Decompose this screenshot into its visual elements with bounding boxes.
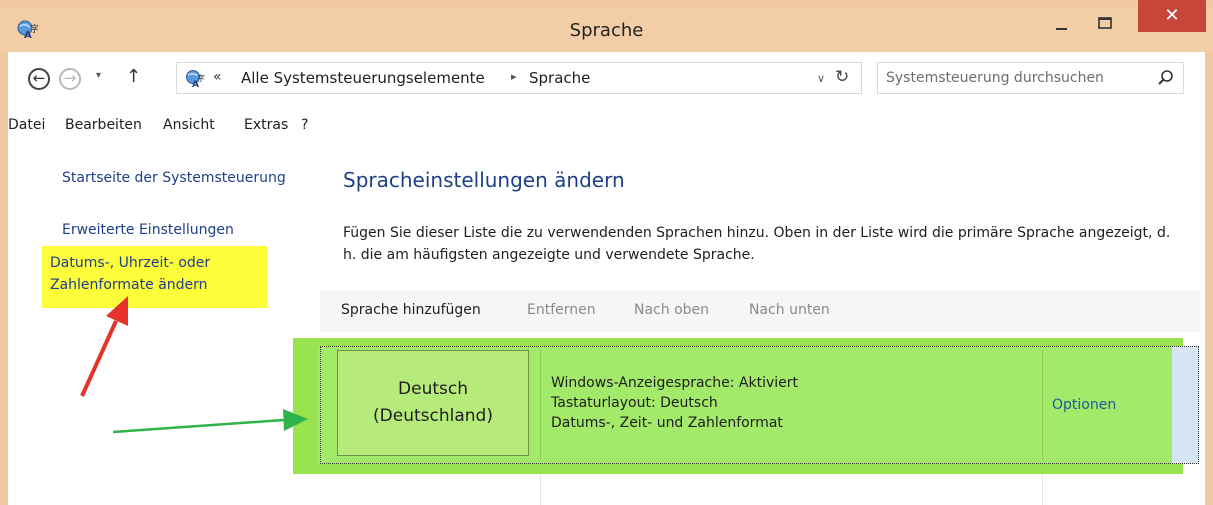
window-frame: A 字 Sprache ✕ ← → ▾ ↑ A 字 « Alle Systems… [0,0,1213,505]
green-arrow [112,409,308,434]
annotation-arrows [80,296,308,434]
red-arrow [80,296,128,397]
